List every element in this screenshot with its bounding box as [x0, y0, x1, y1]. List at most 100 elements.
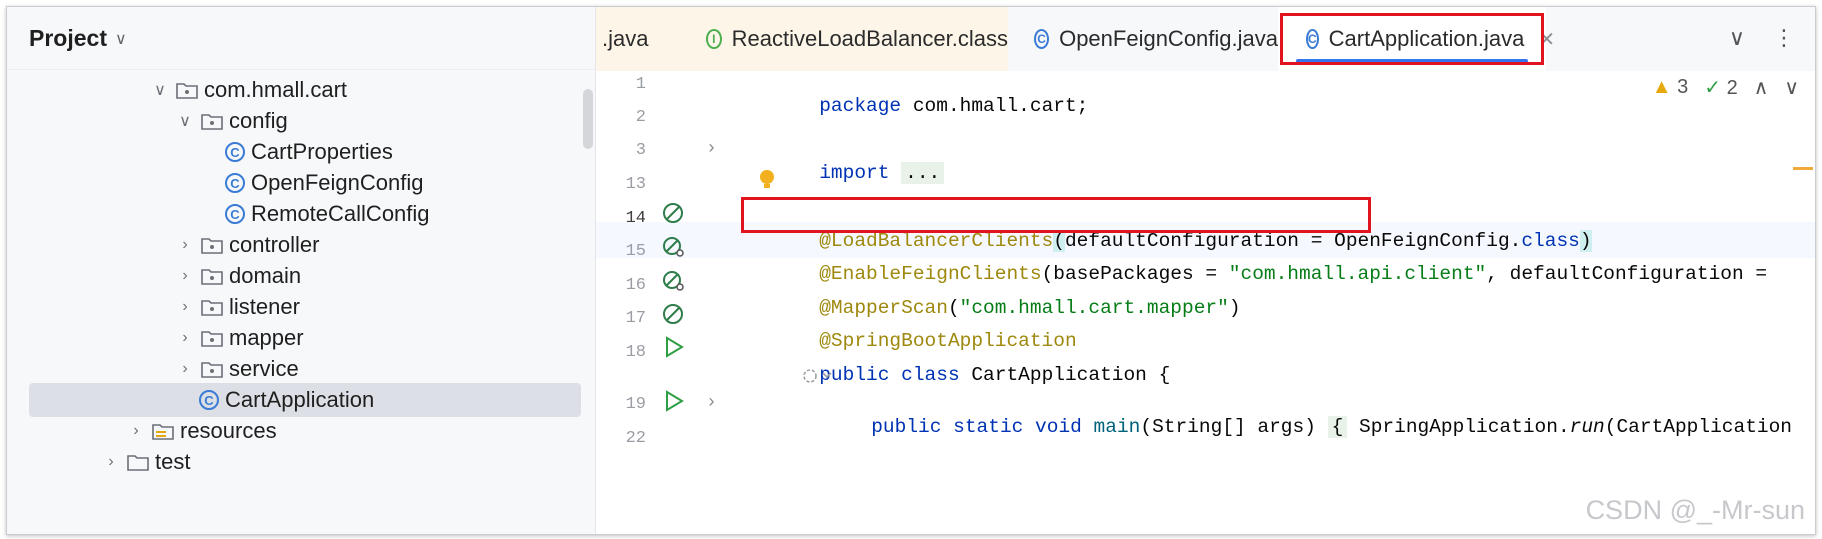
bean-icon[interactable] — [662, 302, 686, 326]
chevron-down-icon[interactable]: ∨ — [1784, 75, 1799, 100]
folder-icon — [127, 453, 149, 471]
bean-search-icon[interactable] — [662, 235, 686, 259]
tree-item-selected-class[interactable]: C CartApplication — [29, 383, 581, 417]
fold-arrow-icon[interactable]: › — [706, 139, 717, 159]
project-header[interactable]: Project ∨ — [29, 25, 127, 52]
package-icon — [201, 298, 223, 316]
code-text: SpringApplication. — [1347, 416, 1570, 438]
keyword: public static void — [871, 416, 1082, 438]
folded-body[interactable]: { — [1327, 416, 1348, 438]
line-number: 1 — [635, 75, 646, 94]
line-number: 16 — [625, 276, 646, 295]
line-number: 18 — [625, 343, 646, 362]
spring-class-icon: C — [199, 390, 219, 410]
tab-label: .java — [602, 26, 649, 51]
chevron-up-icon[interactable]: ∧ — [1754, 75, 1769, 100]
method-name: main — [1081, 416, 1141, 438]
chevron-right-icon[interactable]: › — [177, 267, 193, 285]
class-icon: C — [1034, 29, 1050, 49]
ide-window: Project ∨ ∨ com.hmall.cart ∨ config C Ca… — [6, 6, 1816, 535]
check-icon: ✓ — [1704, 77, 1722, 99]
tab-open-feign-config[interactable]: C OpenFeignConfig.java — [1008, 7, 1278, 71]
line-number: 19 — [625, 395, 646, 414]
tree-item-label: OpenFeignConfig — [251, 170, 424, 195]
tree-item-label: service — [229, 356, 299, 381]
tree-item-label: RemoteCallConfig — [251, 201, 430, 226]
tree-item-label: controller — [229, 232, 320, 257]
project-title: Project — [29, 25, 107, 51]
chevron-right-icon[interactable]: › — [177, 329, 193, 347]
run-icon[interactable] — [662, 389, 686, 413]
divider — [7, 69, 595, 70]
keyword: public class — [819, 364, 960, 386]
warning-icon: ▲ — [1651, 76, 1672, 98]
more-options-icon[interactable]: ⋮ — [1773, 25, 1795, 51]
inspection-status[interactable]: ▲ 3 ✓ 2 ∧ ∨ — [1652, 75, 1799, 100]
code-line-19: public static void main(String[] args) {… — [801, 394, 1792, 460]
code-text: com.hmall.cart; — [901, 95, 1089, 117]
chevron-right-icon[interactable]: › — [103, 453, 119, 471]
run-icon[interactable] — [662, 335, 686, 359]
tab-label: ReactiveLoadBalancer.class — [731, 26, 1008, 51]
line-number: 15 — [625, 242, 646, 261]
string-literal: "com.hmall.api.client" — [1228, 263, 1487, 285]
tab-label: OpenFeignConfig.java — [1059, 26, 1278, 51]
line-number: 2 — [635, 108, 646, 127]
tab-reactive-load-balancer[interactable]: I ReactiveLoadBalancer.class — [678, 7, 1008, 71]
chevron-down-icon[interactable]: ∨ — [152, 80, 168, 100]
package-icon — [201, 267, 223, 285]
code-text: , defaultConfiguration = — [1486, 263, 1768, 285]
chevron-right-icon[interactable]: › — [128, 422, 144, 440]
keyword: package — [819, 95, 902, 117]
implementations-icon[interactable] — [801, 367, 835, 385]
class-icon: C — [225, 204, 245, 224]
chevron-down-icon[interactable]: ∨ — [115, 29, 127, 49]
project-panel: Project ∨ ∨ com.hmall.cart ∨ config C Ca… — [7, 7, 596, 534]
package-icon — [201, 236, 223, 254]
line-number: 13 — [625, 175, 646, 194]
fold-arrow-icon[interactable]: › — [706, 393, 717, 413]
folded-imports[interactable]: ... — [901, 162, 945, 184]
tab-java-partial[interactable]: .java — [596, 7, 684, 71]
code-text: CartApplication { — [959, 364, 1171, 386]
bean-icon[interactable] — [662, 201, 686, 225]
chevron-down-icon[interactable]: ∨ — [177, 111, 193, 131]
warning-count-label: 3 — [1677, 76, 1689, 98]
line-number: 17 — [625, 309, 646, 328]
highlight-box — [1280, 13, 1544, 65]
tree-item-label: listener — [229, 294, 300, 319]
package-icon — [201, 329, 223, 347]
tree-item-label: config — [229, 108, 288, 133]
code-text: (String[] args) — [1140, 416, 1328, 438]
line-number: 14 — [625, 209, 646, 228]
watermark: CSDN @_-Mr-sun — [1585, 495, 1805, 525]
code-text: (CartApplication — [1604, 416, 1792, 438]
tree-item-label: CartProperties — [251, 139, 393, 164]
chevron-down-icon[interactable]: ∨ — [1729, 25, 1745, 51]
check-count-label: 2 — [1726, 77, 1738, 99]
chevron-right-icon[interactable]: › — [177, 298, 193, 316]
tree-item-label: domain — [229, 263, 302, 288]
line-number: 22 — [625, 429, 646, 448]
chevron-right-icon[interactable]: › — [177, 360, 193, 378]
chevron-right-icon[interactable]: › — [177, 236, 193, 254]
interface-icon: I — [706, 29, 722, 49]
package-icon — [176, 81, 198, 99]
highlight-box — [741, 197, 1371, 233]
package-icon — [201, 360, 223, 378]
tree-item-folder[interactable]: › test — [7, 445, 691, 479]
lightbulb-icon[interactable] — [758, 169, 776, 191]
warning-count[interactable]: ▲ 3 — [1652, 76, 1688, 99]
check-count[interactable]: ✓ 2 — [1704, 75, 1737, 100]
class-icon: C — [225, 173, 245, 193]
tree-item-label: com.hmall.cart — [204, 77, 348, 102]
class-icon: C — [225, 142, 245, 162]
tree-item-label: test — [155, 449, 191, 474]
line-number: 3 — [635, 141, 646, 160]
package-icon — [201, 112, 223, 130]
tree-item-label: CartApplication — [225, 387, 375, 412]
scroll-marker — [1793, 167, 1813, 170]
resources-folder-icon — [152, 422, 174, 440]
code-editor[interactable]: ▲ 3 ✓ 2 ∧ ∨ 1 2 3 13 14 15 16 17 18 19 2… — [596, 71, 1815, 534]
bean-search-icon[interactable] — [662, 269, 686, 293]
